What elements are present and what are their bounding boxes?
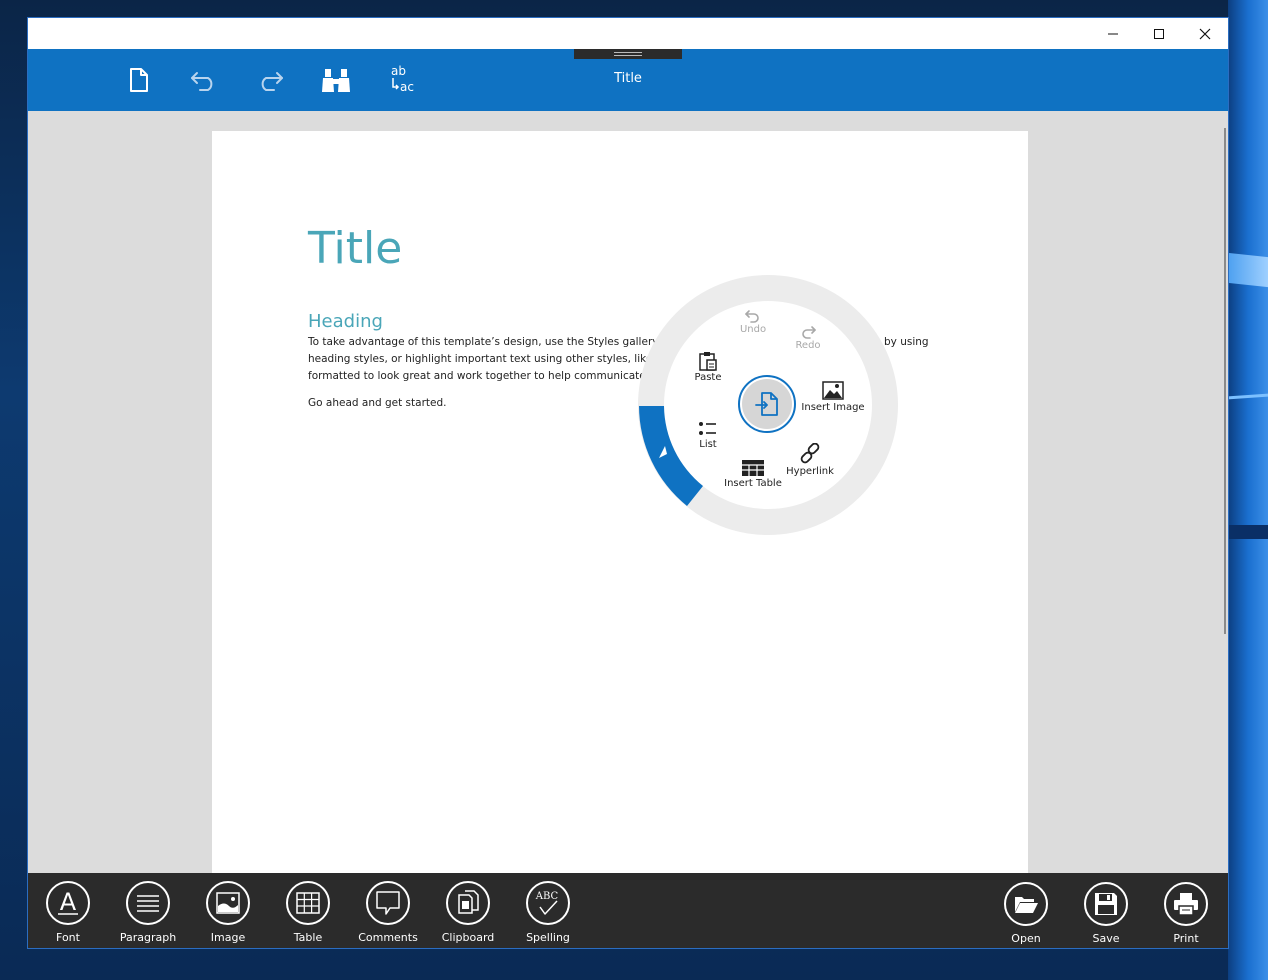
document-page[interactable]: Title Heading To take advantage of this … xyxy=(212,131,1028,873)
undo-icon xyxy=(191,72,213,91)
font-button-label: Font xyxy=(56,931,80,944)
bottom-app-bar: A Font Paragraph Image Table Comments Cl… xyxy=(28,873,1228,948)
spelling-button[interactable]: ABC Spelling xyxy=(508,881,588,944)
minimize-button[interactable] xyxy=(1090,18,1136,49)
clipboard-button-label: Clipboard xyxy=(441,931,495,944)
radial-insert-table-button[interactable]: Insert Table xyxy=(720,459,786,489)
radial-undo-label: Undo xyxy=(739,324,767,335)
insert-file-icon xyxy=(755,392,778,416)
hyperlink-icon xyxy=(800,443,820,464)
paragraph-line-3[interactable]: formatted to look great and work togethe… xyxy=(308,370,662,382)
radial-insert-image-button[interactable]: Insert Image xyxy=(798,381,868,413)
radial-list-button[interactable]: List xyxy=(692,420,724,450)
save-button-label: Save xyxy=(1092,932,1120,945)
print-icon xyxy=(1174,893,1198,916)
svg-text:A: A xyxy=(60,888,77,916)
radial-undo-button[interactable]: Undo xyxy=(735,309,771,335)
paragraph-button-label: Paragraph xyxy=(119,931,177,944)
font-button[interactable]: A Font xyxy=(28,881,108,944)
radial-hyperlink-button[interactable]: Hyperlink xyxy=(782,443,838,477)
spelling-button-label: Spelling xyxy=(526,931,570,944)
radial-redo-button[interactable]: Redo xyxy=(790,325,826,351)
svg-text:ABC: ABC xyxy=(535,891,559,902)
comments-button-label: Comments xyxy=(358,931,418,944)
paragraph-button[interactable]: Paragraph xyxy=(108,881,188,944)
table-icon xyxy=(296,892,320,914)
doc-title-text[interactable]: Title xyxy=(308,223,402,274)
desktop-background xyxy=(1228,0,1268,980)
find-button[interactable] xyxy=(318,63,354,97)
save-button[interactable]: Save xyxy=(1066,882,1146,945)
comments-button[interactable]: Comments xyxy=(348,881,428,944)
paragraph-2[interactable]: Go ahead and get started. xyxy=(308,397,446,409)
insert-table-icon xyxy=(742,460,764,476)
insert-image-icon xyxy=(822,381,844,400)
redo-button[interactable] xyxy=(252,63,288,97)
redo-icon xyxy=(802,326,816,339)
paragraph-line-1[interactable]: To take advantage of this template’s des… xyxy=(308,336,675,348)
radial-center-button[interactable] xyxy=(738,375,796,433)
list-icon xyxy=(699,422,716,435)
app-window: ab ac Title Title Heading To take advant… xyxy=(27,17,1229,949)
radial-list-label: List xyxy=(699,439,717,450)
table-button[interactable]: Table xyxy=(268,881,348,944)
radial-hyperlink-label: Hyperlink xyxy=(786,466,834,477)
document-title-label: Title xyxy=(614,71,642,86)
radial-redo-label: Redo xyxy=(795,340,821,351)
close-button[interactable] xyxy=(1182,18,1228,49)
open-folder-icon xyxy=(1015,897,1038,913)
ribbon-handle[interactable] xyxy=(574,49,682,59)
undo-icon xyxy=(745,310,759,323)
top-ribbon: ab ac Title xyxy=(28,49,1228,111)
print-button[interactable]: Print xyxy=(1146,882,1226,945)
paragraph-icon xyxy=(137,895,159,912)
svg-text:ab: ab xyxy=(391,64,406,78)
doc-heading-text[interactable]: Heading xyxy=(308,311,383,332)
radial-paste-label: Paste xyxy=(694,372,722,383)
spelling-icon: ABC xyxy=(535,891,559,915)
replace-button[interactable]: ab ac xyxy=(384,63,420,97)
print-button-label: Print xyxy=(1173,932,1199,945)
minimize-icon xyxy=(1108,33,1118,34)
image-button[interactable]: Image xyxy=(188,881,268,944)
maximize-button[interactable] xyxy=(1136,18,1182,49)
redo-icon xyxy=(261,72,283,91)
new-document-icon xyxy=(130,68,148,92)
paste-icon xyxy=(699,352,717,371)
find-binoculars-icon xyxy=(322,69,350,92)
open-button-label: Open xyxy=(1011,932,1041,945)
close-icon xyxy=(1199,28,1211,39)
radial-menu: Undo Redo Paste Insert Image List Hyperl… xyxy=(638,275,898,535)
save-icon xyxy=(1095,893,1117,915)
radial-insert-image-label: Insert Image xyxy=(801,402,865,413)
replace-icon: ab ac xyxy=(391,64,414,94)
comments-icon xyxy=(376,891,400,915)
clipboard-icon xyxy=(458,890,479,914)
new-document-button[interactable] xyxy=(121,63,157,97)
image-icon xyxy=(216,892,240,914)
svg-text:ac: ac xyxy=(400,80,414,94)
font-icon: A xyxy=(58,888,78,916)
image-button-label: Image xyxy=(210,931,246,944)
open-button[interactable]: Open xyxy=(986,882,1066,945)
maximize-icon xyxy=(1154,28,1164,39)
radial-paste-button[interactable]: Paste xyxy=(690,351,726,383)
document-workspace: Title Heading To take advantage of this … xyxy=(28,111,1228,873)
clipboard-button[interactable]: Clipboard xyxy=(428,881,508,944)
title-bar xyxy=(28,18,1228,49)
undo-button[interactable] xyxy=(186,63,222,97)
vertical-scrollbar[interactable] xyxy=(1224,128,1226,634)
radial-insert-table-label: Insert Table xyxy=(724,478,782,489)
paragraph-line-2[interactable]: heading styles, or highlight important t… xyxy=(308,353,673,365)
table-button-label: Table xyxy=(293,931,323,944)
